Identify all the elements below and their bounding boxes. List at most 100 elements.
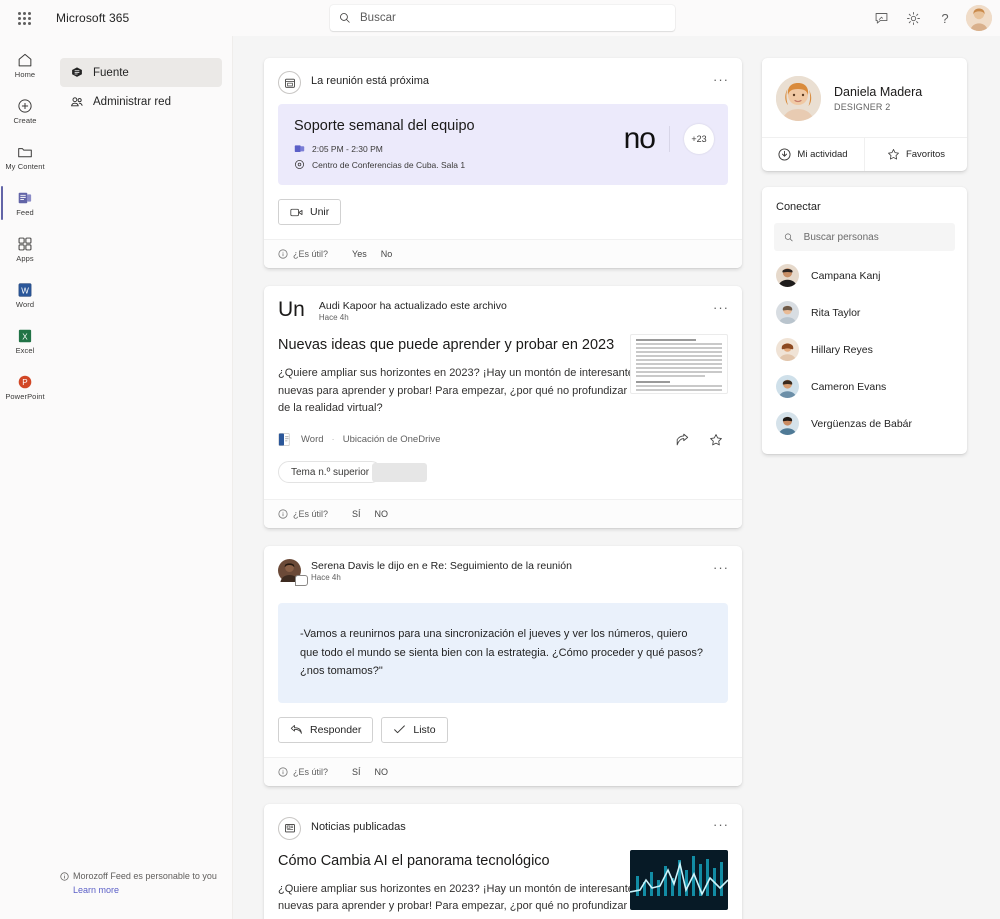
daniela-madera-avatar[interactable] [776,76,821,121]
usefulness-question-group: ¿Es útil? [278,509,328,519]
more-options-icon[interactable]: ··· [710,815,732,835]
right-panel: Daniela Madera DESIGNER 2 Mi actividad F… [762,58,967,919]
more-options-icon[interactable]: ··· [710,69,732,89]
search-icon [784,233,793,241]
connect-panel: Conectar Buscar personas Campana Kanj Ri… [762,187,967,454]
info-icon [278,249,288,259]
usefulness-answers: SÍ NO [352,767,388,777]
list-item[interactable]: Hillary Reyes [762,331,967,368]
usefulness-no[interactable]: No [381,249,393,259]
powerpoint-icon: P [18,375,32,389]
audio-waveform-thumbnail[interactable] [630,849,728,910]
user-avatar[interactable] [966,5,992,31]
list-item[interactable]: Rita Taylor [762,294,967,331]
meeting-banner[interactable]: Soporte semanal del equipo 2:05 PM - 2:3… [278,104,728,185]
reply-arrow-icon [290,725,302,734]
rail-item-apps[interactable]: Apps [0,226,50,272]
people-search-input[interactable] [803,231,945,243]
sidebar-item-fuente[interactable]: Fuente [60,58,222,87]
rail-item-create[interactable]: Create [0,88,50,134]
feed-note-text: Morozoff Feed es personable to you [73,871,217,881]
rail-item-home[interactable]: Home [0,42,50,88]
card-header: Serena Davis le dijo en e Re: Seguimient… [264,546,742,597]
divider [669,126,670,152]
chat-bubble-icon [295,575,308,587]
rail-item-feed[interactable]: Feed [0,180,50,226]
usefulness-yes[interactable]: SÍ [352,509,361,519]
usefulness-no[interactable]: NO [375,767,389,777]
join-meeting-button[interactable]: Unir [278,199,342,225]
reply-button[interactable]: Responder [278,716,374,743]
my-activity-button[interactable]: Mi actividad [762,138,864,171]
timestamp: Hace 4h [311,573,341,583]
rail-label: My Content [5,162,45,172]
connect-title: Conectar [776,201,821,213]
top-bar-actions: ? [866,0,992,36]
card-header: Noticias publicadas ··· [264,804,742,850]
rail-item-powerpoint[interactable]: P PowerPoint [0,364,50,410]
document-preview-thumbnail[interactable] [630,333,728,394]
more-options-icon[interactable]: ··· [710,297,732,317]
done-button[interactable]: Listo [381,716,448,743]
rita-taylor-avatar [776,301,799,324]
search-input[interactable] [360,12,666,24]
learn-more-link[interactable]: Learn more [73,885,119,895]
word-file-icon [278,433,290,447]
file-meta-row: Word · Ubicación de OneDrive [264,418,742,449]
teams-icon [294,145,305,153]
rail-label: Word [15,300,35,310]
mention-actions: Responder Listo [264,703,742,757]
create-plus-icon [18,99,32,113]
list-item[interactable]: Campana Kanj [762,257,967,294]
people-search[interactable] [774,223,955,251]
brand-title[interactable]: Microsoft 365 [56,11,129,25]
usefulness-question-group: ¿Es útil? [278,767,328,777]
usefulness-yes[interactable]: Yes [352,249,367,259]
rail-item-word[interactable]: W Word [0,272,50,318]
rail-label: Home [14,70,36,80]
rail-item-my-content[interactable]: My Content [0,134,50,180]
svg-text:P: P [22,378,27,387]
rail-item-excel[interactable]: X Excel [0,318,50,364]
article-body: Nuevas ideas que puede aprender y probar… [264,333,742,419]
favorites-button[interactable]: Favoritos [864,138,967,171]
app-launcher-icon[interactable] [6,0,42,36]
search-icon [340,13,350,23]
usefulness-question: ¿Es útil? [293,509,329,520]
favorite-star-icon[interactable] [704,428,728,452]
list-item[interactable]: Vergüenzas de Babár [762,405,967,442]
meeting-time: 2:05 PM - 2:30 PM [312,143,383,154]
rail-label: Apps [16,254,34,264]
sidebar-item-label: Administrar red [93,95,171,108]
more-options-icon[interactable]: ··· [710,557,732,577]
avatar: Un [278,298,305,321]
share-icon[interactable] [670,428,694,452]
usefulness-no[interactable]: NO [375,509,389,519]
rail-label: Excel [15,346,35,356]
usefulness-yes[interactable]: SÍ [352,767,361,777]
person-name: Campana Kanj [811,269,881,282]
settings-gear-icon[interactable] [898,3,928,33]
list-item[interactable]: Cameron Evans [762,368,967,405]
sidebar-item-administrar-red[interactable]: Administrar red [60,87,222,116]
app-shell: Home Create My Content Feed Apps W Word … [0,36,1000,919]
people-icon [71,96,83,106]
topic-row: Tema n.º superior [264,449,742,499]
card-header: Un Audi Kapoor ha actualizado este archi… [264,286,742,334]
attendees-overflow-badge[interactable]: +23 [684,124,714,154]
global-search[interactable] [330,5,675,31]
topic-placeholder [372,462,428,482]
cameron-evans-avatar [776,375,799,398]
info-icon [60,872,69,881]
join-button-label: Unir [310,206,330,218]
feedback-icon[interactable] [866,3,896,33]
app-rail: Home Create My Content Feed Apps W Word … [0,36,50,919]
quoted-message: -Vamos a reunirnos para una sincronizaci… [278,603,728,703]
profile-actions: Mi actividad Favoritos [762,137,967,171]
meeting-actions: Unir [264,185,742,239]
verguenzas-de-babar-avatar [776,412,799,435]
topic-chip[interactable]: Tema n.º superior [278,461,383,484]
info-icon [278,766,288,777]
help-icon[interactable]: ? [930,3,960,33]
video-camera-icon [290,208,303,216]
